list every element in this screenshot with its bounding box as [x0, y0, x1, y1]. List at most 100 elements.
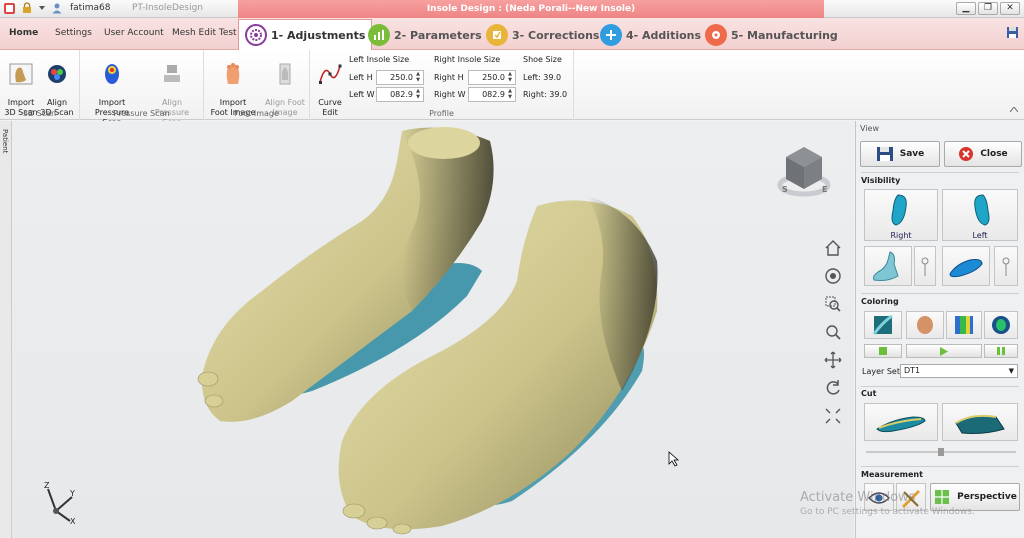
save-corner-icon[interactable]: [1006, 26, 1020, 40]
zoom-window-icon[interactable]: [824, 295, 842, 313]
right-h-value: 250.0: [482, 73, 505, 82]
cut-3d-button[interactable]: [942, 403, 1018, 441]
visibility-right-button[interactable]: Right: [864, 189, 938, 241]
cut-profile-button[interactable]: [864, 403, 938, 441]
layer-set-value: DT1: [904, 366, 921, 375]
show-insole-button[interactable]: [942, 246, 990, 286]
gear-icon: [245, 24, 267, 46]
tab-settings[interactable]: Settings: [55, 28, 92, 38]
user-icon: [50, 1, 64, 15]
right-w-input[interactable]: 082.9 ▲ ▼: [468, 87, 516, 102]
home-view-icon[interactable]: [824, 239, 842, 257]
cut-slider[interactable]: [866, 448, 1016, 456]
left-h-label: Left H: [349, 73, 373, 82]
tab-manufacturing[interactable]: 5- Manufacturing: [705, 20, 838, 50]
feet-model[interactable]: [12, 121, 854, 538]
shoe-left-value: Left: 39.0: [523, 73, 562, 82]
color-mode-1-button[interactable]: [864, 311, 902, 339]
tab-mesh-edit-test[interactable]: Mesh Edit Test: [172, 28, 237, 38]
zoom-icon[interactable]: [824, 323, 842, 341]
divider: [861, 172, 1019, 173]
axis-x-label: X: [70, 517, 76, 526]
color-mode-3-button[interactable]: [946, 311, 982, 339]
insole-model-icon: [949, 259, 983, 278]
look-icon[interactable]: [824, 267, 842, 285]
close-button[interactable]: Close: [944, 141, 1022, 167]
slider-handle[interactable]: [938, 448, 944, 456]
close-label: Close: [980, 149, 1008, 159]
pan-icon[interactable]: [824, 351, 842, 369]
nav-toolbar: [824, 239, 842, 425]
view-panel-title: View: [860, 124, 879, 133]
tab-manufacturing-label: 5- Manufacturing: [731, 28, 838, 42]
ribbon: Import 3D Scan Align 3D Scan 3D Scan Imp…: [0, 50, 1024, 127]
save-button[interactable]: Save: [860, 141, 940, 167]
pause-button[interactable]: [984, 344, 1018, 358]
minimize-button[interactable]: ▁: [956, 2, 976, 15]
collapse-ribbon-icon[interactable]: [1009, 105, 1019, 115]
tab-user-account[interactable]: User Account: [104, 28, 164, 38]
orbit-icon[interactable]: [824, 379, 842, 397]
close-icon: [959, 147, 974, 161]
tab-corrections[interactable]: 3- Corrections: [486, 20, 599, 50]
context-title: Insole Design : (Neda Porali--New Insole…: [238, 0, 824, 18]
show-foot-button[interactable]: [864, 246, 912, 286]
corrections-icon: [486, 24, 508, 46]
foot-pin-button[interactable]: [914, 246, 936, 286]
shoe-size-label: Shoe Size: [523, 55, 562, 64]
visibility-left-label: Left: [972, 231, 988, 240]
maximize-button[interactable]: ❐: [978, 2, 998, 15]
view-panel: View Save Close Visibility Right Left Co…: [855, 121, 1024, 538]
right-insole-icon: [891, 194, 907, 226]
color-mode-2-button[interactable]: [906, 311, 944, 339]
insole-pin-button[interactable]: [994, 246, 1018, 286]
left-w-value: 082.9: [390, 90, 413, 99]
left-w-input[interactable]: 082.9 ▲ ▼: [376, 87, 424, 102]
stop-icon: [879, 347, 887, 355]
app-logo-icon[interactable]: [2, 1, 16, 15]
tab-adjustments-label: 1- Adjustments: [271, 28, 366, 42]
mouse-cursor-icon: [668, 451, 680, 467]
activate-windows-watermark: Activate Windows Go to PC settings to ac…: [800, 490, 975, 520]
view-cube[interactable]: S E: [774, 141, 834, 201]
foot-image-icon: [226, 63, 240, 84]
spinner-icon[interactable]: ▲ ▼: [414, 88, 422, 101]
tab-additions[interactable]: 4- Additions: [600, 20, 701, 50]
play-button[interactable]: [906, 344, 982, 358]
divider: [861, 293, 1019, 294]
dropdown-arrow-icon[interactable]: [38, 1, 46, 15]
color-teal-icon: [872, 314, 893, 335]
spinner-icon[interactable]: ▲ ▼: [506, 88, 514, 101]
left-insole-icon: [974, 194, 990, 226]
spinner-icon[interactable]: ▲ ▼: [414, 71, 422, 84]
pressure-map-icon: [105, 64, 119, 84]
close-window-button[interactable]: ✕: [1000, 2, 1020, 15]
stop-button[interactable]: [864, 344, 902, 358]
right-h-input[interactable]: 250.0 ▲ ▼: [468, 70, 516, 85]
left-w-label: Left W: [349, 90, 375, 99]
right-w-value: 082.9: [482, 90, 505, 99]
lock-icon[interactable]: [20, 1, 34, 15]
3d-viewport[interactable]: S E Z Y X: [12, 121, 854, 538]
left-h-input[interactable]: 250.0 ▲ ▼: [376, 70, 424, 85]
tab-adjustments[interactable]: 1- Adjustments: [238, 19, 373, 50]
manufacturing-icon: [705, 24, 727, 46]
tab-parameters[interactable]: 2- Parameters: [368, 20, 482, 50]
tab-home[interactable]: Home: [9, 28, 38, 38]
foot-model-icon: [873, 251, 899, 281]
visibility-left-button[interactable]: Left: [942, 189, 1018, 241]
cut-heading: Cut: [861, 389, 877, 398]
fit-all-icon[interactable]: [824, 407, 842, 425]
spinner-icon[interactable]: ▲ ▼: [506, 71, 514, 84]
watermark-line-1: Activate Windows: [800, 490, 916, 505]
group-pressure-scan-label: Pressure Scan: [113, 109, 170, 118]
color-mode-4-button[interactable]: [984, 311, 1018, 339]
shoe-right-value: Right: 39.0: [523, 90, 568, 99]
layer-set-select[interactable]: DT1 ▼: [900, 364, 1018, 378]
left-insole-size-label: Left Insole Size: [349, 55, 410, 64]
axis-y-label: Y: [70, 489, 75, 498]
patient-tab-label: Patient: [1, 129, 9, 154]
group-3d-scan: Import 3D Scan Align 3D Scan 3D Scan: [0, 50, 80, 120]
username: fatima68: [70, 3, 111, 13]
patient-side-tab[interactable]: Patient: [0, 121, 12, 538]
